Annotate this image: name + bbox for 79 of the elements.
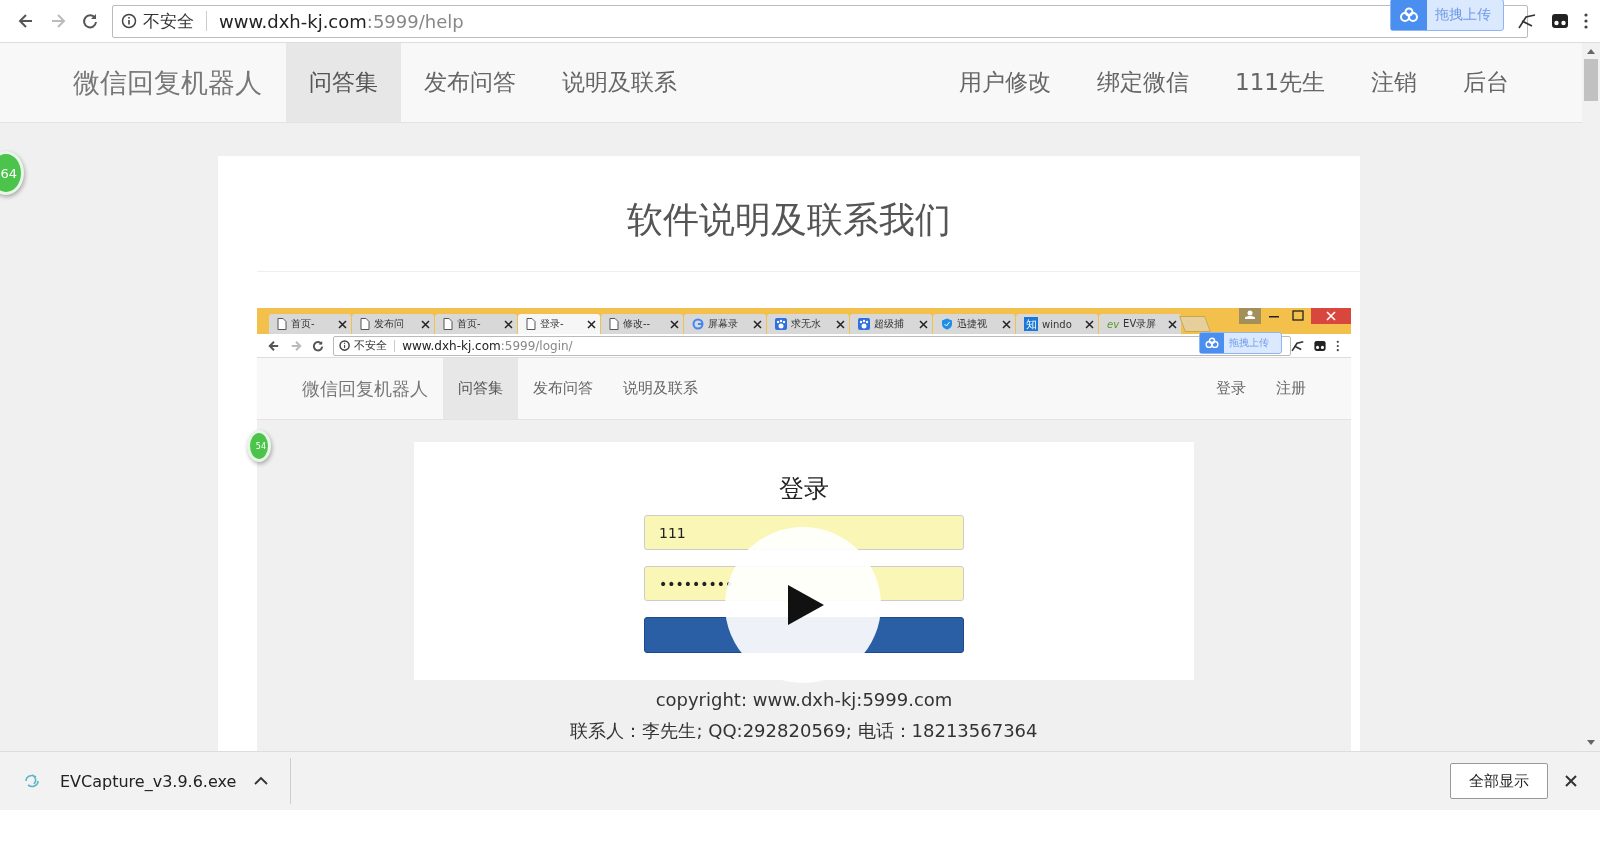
page-title: 软件说明及联系我们 [626, 198, 952, 242]
browser-tab[interactable]: 首页- [269, 314, 351, 334]
close-icon[interactable] [421, 319, 430, 329]
nav-link[interactable]: 111先生 [1212, 43, 1348, 122]
browser-tab[interactable]: 知 windo [1016, 314, 1098, 334]
nav-link[interactable]: 说明及联系 [539, 43, 700, 122]
security-label: 不安全 [354, 338, 388, 353]
google-icon [692, 318, 704, 330]
browser-tab[interactable]: 首页- [435, 314, 517, 334]
browser-tab[interactable]: 屏幕录 [684, 314, 766, 334]
translate-icon[interactable] [1516, 11, 1538, 31]
info-icon [121, 13, 137, 29]
close-icon[interactable] [670, 319, 679, 329]
url-text: www.dxh-kj.com:5999/login/ [402, 338, 573, 353]
show-all-button[interactable]: 全部显示 [1450, 763, 1548, 799]
counter-badge: 64 [0, 151, 24, 195]
paw-icon [858, 318, 870, 330]
scroll-thumb[interactable] [1584, 59, 1598, 101]
close-icon[interactable] [338, 319, 347, 329]
page-icon [360, 318, 370, 330]
browser-tab[interactable]: 超级捕 [850, 314, 932, 334]
footer-text: 联系人：李先生; QQ:292820569; 电话：18213567364 [569, 719, 1039, 743]
page-icon [609, 318, 619, 330]
browser-tab[interactable]: 修改-- [601, 314, 683, 334]
app-icon: 知 [1024, 317, 1038, 331]
page-icon [526, 318, 536, 330]
nav-link[interactable]: 问答集 [286, 43, 401, 122]
reload-icon[interactable] [80, 11, 100, 31]
close-icon[interactable] [1564, 774, 1578, 788]
paw-icon [775, 318, 787, 330]
browser-tab[interactable]: 迅捷视 [933, 314, 1015, 334]
cloud-icon[interactable] [1200, 332, 1224, 353]
browser-tab[interactable]: 发布问 [352, 314, 434, 334]
nav-link[interactable]: 发布问答 [518, 358, 608, 419]
browser-tab[interactable]: ev EV录屏 [1099, 314, 1181, 334]
nav-link[interactable]: 注销 [1348, 43, 1440, 122]
mask-icon[interactable] [1313, 338, 1328, 353]
nav-link[interactable]: 后台 [1440, 43, 1532, 122]
close-icon[interactable] [1168, 319, 1177, 329]
security-label: 不安全 [143, 9, 194, 33]
back-icon[interactable] [267, 338, 281, 353]
nav-link[interactable]: 用户修改 [936, 43, 1075, 122]
shield-icon [941, 318, 953, 330]
close-icon[interactable] [753, 319, 762, 329]
scroll-up-icon[interactable] [1586, 47, 1596, 55]
url-text: www.dxh-kj.com:5999/help [219, 10, 464, 32]
brand-link[interactable]: 微信回复机器人 [287, 358, 443, 419]
close-icon[interactable] [587, 319, 596, 329]
brand-link[interactable]: 微信回复机器人 [50, 43, 286, 122]
cloud-icon[interactable] [1391, 0, 1427, 30]
close-icon[interactable] [919, 319, 928, 329]
translate-icon[interactable] [1290, 338, 1306, 353]
app-icon: ev [1107, 318, 1120, 330]
close-icon[interactable] [1085, 319, 1094, 329]
browser-tab[interactable]: 登录- [518, 314, 600, 334]
scroll-down-icon[interactable] [1586, 739, 1596, 747]
counter-badge: 54 [247, 430, 271, 462]
caret-icon[interactable] [254, 776, 269, 786]
menu-icon[interactable] [1335, 338, 1341, 353]
nav-link[interactable]: 问答集 [443, 358, 518, 419]
nav-link[interactable]: 说明及联系 [608, 358, 713, 419]
play-icon[interactable] [788, 585, 824, 625]
nav-link[interactable]: 注册 [1261, 358, 1321, 419]
nav-link[interactable]: 发布问答 [401, 43, 539, 122]
browser-tab[interactable]: 求无水 [767, 314, 849, 334]
page-icon [277, 318, 287, 330]
footer-text: copyright: www.dxh-kj:5999.com [654, 689, 954, 710]
page-icon [443, 318, 453, 330]
menu-icon[interactable] [1582, 11, 1590, 31]
close-icon[interactable] [836, 319, 845, 329]
reload-icon[interactable] [311, 338, 325, 353]
nav-link[interactable]: 登录 [1201, 358, 1261, 419]
nav-link[interactable]: 绑定微信 [1074, 43, 1213, 122]
close-icon[interactable] [504, 319, 513, 329]
mask-icon[interactable] [1550, 11, 1570, 31]
close-icon[interactable] [1002, 319, 1011, 329]
info-icon [339, 339, 351, 352]
download-item[interactable]: EVCapture_v3.9.6.exe [22, 758, 292, 804]
login-title: 登录 [779, 473, 829, 505]
